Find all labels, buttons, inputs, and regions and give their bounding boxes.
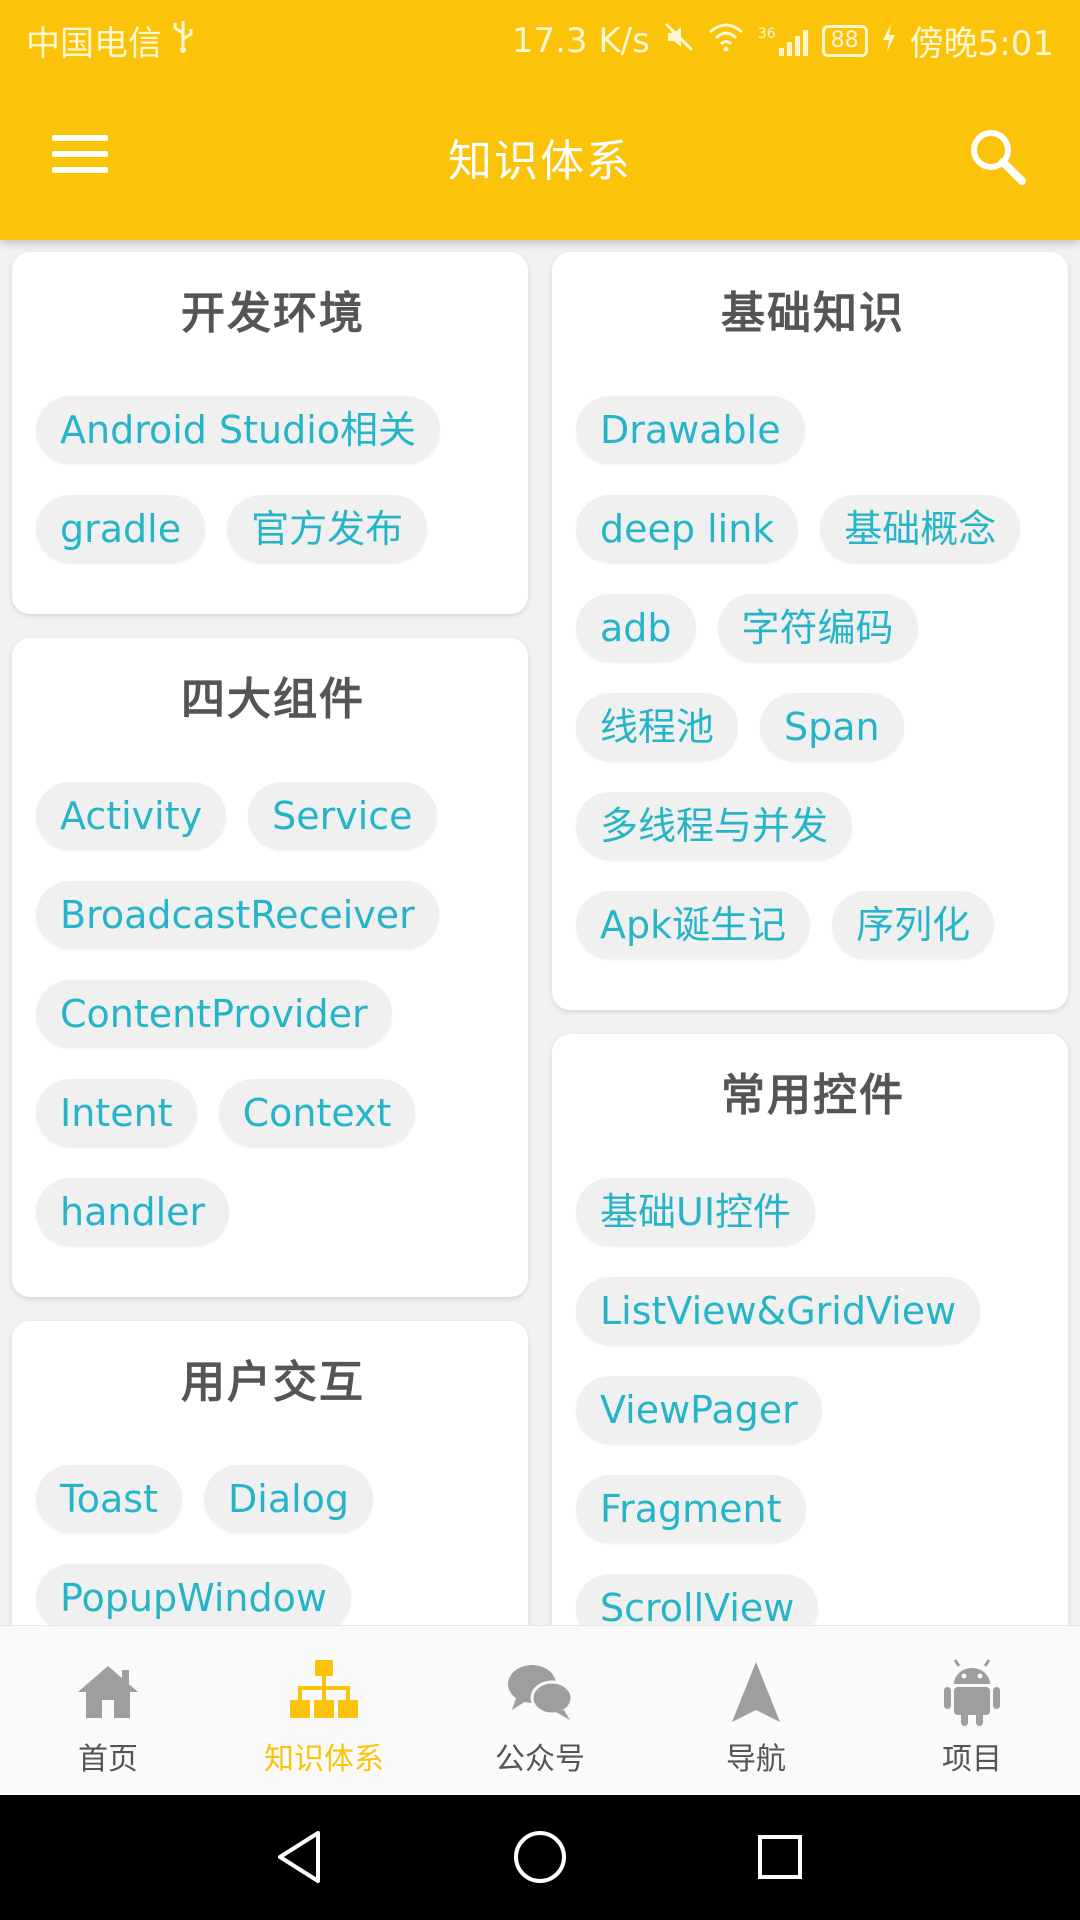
topic-tag[interactable]: Fragment xyxy=(576,1475,806,1543)
nav-label-navigation: 导航 xyxy=(726,1742,786,1777)
nav-label-project: 项目 xyxy=(942,1742,1002,1777)
topic-tag[interactable]: Drawable xyxy=(576,396,805,464)
left-column: 开发环境 Android Studio相关 gradle 官方发布四大组件 Activi… xyxy=(12,252,528,1625)
android-icon xyxy=(934,1654,1010,1730)
topic-tag[interactable]: 字符编码 xyxy=(717,594,918,662)
topic-tag[interactable]: PopupWindow xyxy=(36,1564,351,1625)
system-nav-bar xyxy=(0,1795,1080,1920)
nav-label-knowledge: 知识体系 xyxy=(264,1742,384,1777)
topic-tag[interactable]: 多线程与并发 xyxy=(576,792,853,860)
topic-tag[interactable]: 线程池 xyxy=(576,693,739,761)
topic-tag[interactable]: ListView&GridView xyxy=(576,1277,981,1345)
clock: 傍晚5:01 xyxy=(909,24,1054,64)
recents-icon[interactable] xyxy=(748,1825,812,1889)
category-title: 用户交互 xyxy=(181,1357,365,1408)
topic-tag[interactable]: ViewPager xyxy=(576,1376,822,1444)
nav-item-knowledge[interactable]: 知识体系 xyxy=(216,1626,432,1795)
signal-icon: 36 xyxy=(758,26,808,56)
battery-level: 88 xyxy=(821,24,868,57)
topic-tag[interactable]: adb xyxy=(576,594,696,662)
topic-tag[interactable]: Activity xyxy=(36,782,227,850)
tag-list: Drawable deep link 基础概念 adb 字符编码线程池 Span 多线程与并… xyxy=(576,396,1050,990)
topic-tag[interactable]: ContentProvider xyxy=(36,980,392,1048)
knowledge-grid: 开发环境 Android Studio相关 gradle 官方发布四大组件 Activi… xyxy=(0,240,1080,1625)
nav-item-wechat[interactable]: 公众号 xyxy=(432,1626,648,1795)
status-bar: 中国电信 17.3 K/s 36 88 傍晚5:01 xyxy=(0,0,1080,75)
home-circle-icon[interactable] xyxy=(508,1825,572,1889)
nav-label-home: 首页 xyxy=(78,1742,138,1777)
right-column: 基础知识 Drawable deep link 基础概念 adb 字符编码线程池 Span 多… xyxy=(552,252,1068,1625)
topic-tag[interactable]: Service xyxy=(248,782,437,850)
topic-tag[interactable]: Context xyxy=(218,1079,416,1147)
category-card[interactable]: 基础知识 Drawable deep link 基础概念 adb 字符编码线程池 Span 多… xyxy=(552,252,1068,1010)
category-title: 基础知识 xyxy=(721,288,905,339)
topic-tag[interactable]: 官方发布 xyxy=(227,495,428,563)
topic-tag[interactable]: Dialog xyxy=(204,1465,374,1533)
category-card[interactable]: 四大组件 Activity Service BroadcastReceiver Cont… xyxy=(12,638,528,1297)
topic-tag[interactable]: ScrollView xyxy=(576,1574,819,1625)
hierarchy-icon xyxy=(286,1654,362,1730)
category-card[interactable]: 开发环境 Android Studio相关 gradle 官方发布 xyxy=(12,252,528,614)
page-title: 知识体系 xyxy=(448,136,632,187)
topic-tag[interactable]: 序列化 xyxy=(832,891,995,959)
topic-tag[interactable]: 基础概念 xyxy=(820,495,1021,563)
nav-label-wechat: 公众号 xyxy=(495,1742,585,1777)
network-type-label: 36 xyxy=(757,25,776,42)
status-right: 17.3 K/s 36 88 傍晚5:01 xyxy=(512,16,1054,65)
tag-list: Activity Service BroadcastReceiver ContentP… xyxy=(36,782,510,1277)
carrier-label: 中国电信 xyxy=(26,24,162,64)
wifi-icon xyxy=(708,21,744,61)
tag-list: Android Studio相关 gradle 官方发布 xyxy=(36,396,510,594)
chat-bubbles-icon xyxy=(502,1654,578,1730)
usb-icon xyxy=(172,19,194,62)
back-icon[interactable] xyxy=(268,1825,332,1889)
category-title: 四大组件 xyxy=(181,674,365,725)
topic-tag[interactable]: Toast xyxy=(36,1465,182,1533)
topic-tag[interactable]: gradle xyxy=(36,495,206,563)
bottom-navigation: 首页 知识体系 公众号 导航 项目 xyxy=(0,1625,1080,1795)
nav-item-home[interactable]: 首页 xyxy=(0,1626,216,1795)
app-bar: 中国电信 17.3 K/s 36 88 傍晚5:01 知识体系 xyxy=(0,0,1080,240)
home-icon xyxy=(70,1654,146,1730)
status-left: 中国电信 xyxy=(26,16,194,65)
charging-icon xyxy=(882,21,896,61)
category-title: 常用控件 xyxy=(721,1070,905,1121)
nav-item-navigation[interactable]: 导航 xyxy=(648,1626,864,1795)
topic-tag[interactable]: Span xyxy=(760,693,904,761)
network-speed: 17.3 K/s xyxy=(511,20,650,61)
mute-icon xyxy=(664,21,694,61)
category-card[interactable]: 用户交互 Toast Dialog PopupWindow xyxy=(12,1321,528,1625)
topic-tag[interactable]: Apk诞生记 xyxy=(576,891,811,959)
topic-tag[interactable]: 基础UI控件 xyxy=(576,1178,816,1246)
topic-tag[interactable]: BroadcastReceiver xyxy=(36,881,439,949)
topic-tag[interactable]: deep link xyxy=(576,495,799,563)
tag-list: 基础UI控件 ListView&GridView ViewPager Fragment… xyxy=(576,1178,1050,1625)
toolbar: 知识体系 xyxy=(0,85,1080,225)
topic-tag[interactable]: Intent xyxy=(36,1079,197,1147)
navigation-arrow-icon xyxy=(718,1654,794,1730)
topic-tag[interactable]: handler xyxy=(36,1178,230,1246)
screen: 中国电信 17.3 K/s 36 88 傍晚5:01 知识体系 开发环境 And… xyxy=(0,0,1080,1920)
category-card[interactable]: 常用控件基础UI控件 ListView&GridView ViewPager Frag… xyxy=(552,1034,1068,1625)
search-icon[interactable] xyxy=(966,125,1030,189)
topic-tag[interactable]: Android Studio相关 xyxy=(36,396,441,464)
nav-item-project[interactable]: 项目 xyxy=(864,1626,1080,1795)
tag-list: Toast Dialog PopupWindow xyxy=(36,1465,510,1625)
category-title: 开发环境 xyxy=(181,288,365,339)
